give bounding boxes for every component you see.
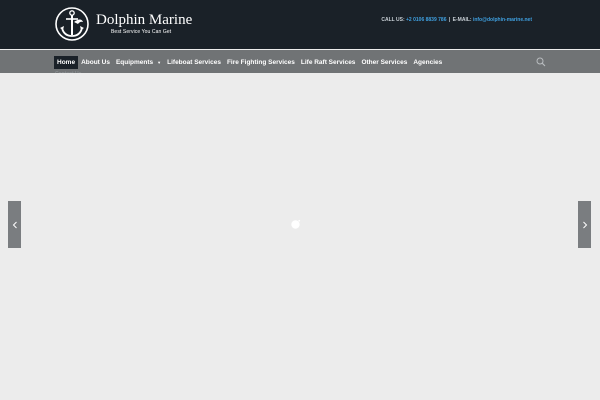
chevron-down-icon: ▼ (157, 60, 162, 65)
brand-tagline: Best Service You Can Get (111, 29, 172, 35)
brand-name[interactable]: Dolphin Marine (96, 12, 192, 28)
slider-prev-button[interactable] (8, 201, 21, 248)
loading-spinner-icon (291, 219, 301, 229)
email-label: E-MAIL: (452, 17, 472, 23)
call-label: CALL US: (381, 17, 405, 23)
email-link[interactable]: info@dolphin-marine.net (473, 17, 532, 23)
nav-item-fire-fighting-services[interactable]: Fire Fighting Services (224, 56, 298, 69)
contact-separator: | (448, 17, 451, 23)
nav-item-other-services[interactable]: Other Services (358, 56, 410, 69)
nav-item-lifeboat-services[interactable]: Lifeboat Services (164, 56, 224, 69)
hero-slider (0, 73, 600, 400)
main-nav: Home About Us Equipments ▼ Lifeboat Servi… (54, 56, 445, 69)
phone-link[interactable]: +2 0106 8839 786 (406, 17, 446, 23)
chevron-left-icon (12, 221, 17, 228)
nav-item-home[interactable]: Home (54, 56, 79, 69)
nav-item-equipments[interactable]: Equipments ▼ (113, 56, 164, 69)
contact-info: CALL US: +2 0106 8839 786 | E-MAIL: info… (381, 17, 532, 24)
site-header: Dolphin Marine Best Service You Can Get … (0, 0, 600, 49)
nav-item-equipments-label: Equipments (115, 59, 154, 67)
chevron-right-icon (582, 221, 587, 228)
anchor-logo-icon[interactable] (54, 4, 90, 44)
search-icon[interactable] (536, 57, 546, 67)
slider-next-button[interactable] (578, 201, 591, 248)
nav-item-agencies[interactable]: Agencies (410, 56, 445, 69)
nav-item-life-raft-services[interactable]: Life Raft Services (298, 56, 359, 69)
nav-item-about-us[interactable]: About Us (78, 56, 113, 69)
